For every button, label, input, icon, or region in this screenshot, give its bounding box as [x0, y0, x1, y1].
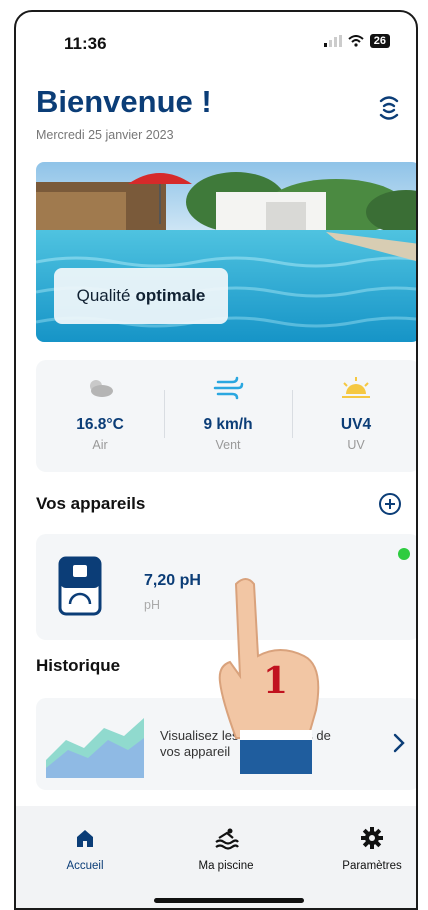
partly-cloudy-icon [90, 380, 113, 397]
uv-index: UV4 [340, 416, 372, 433]
wind-speed: 9 km/h [203, 416, 253, 433]
chevron-right-icon[interactable] [392, 732, 406, 754]
page-date: Mercredi 25 janvier 2023 [36, 128, 174, 142]
history-title: Historique [36, 656, 121, 675]
wifi-icon [348, 35, 364, 47]
status-icons: 26 [323, 34, 390, 48]
wind-label: Vent [215, 438, 241, 452]
tab-ma-piscine[interactable]: Ma piscine [186, 826, 266, 872]
home-indicator [154, 898, 304, 903]
tab-parametres-label: Paramètres [342, 860, 402, 872]
status-time: 11:36 [64, 34, 107, 53]
weather-air: 16.8°C Air [36, 360, 164, 472]
bottom-tab-bar: Accueil Ma piscine Paramètres [16, 806, 416, 908]
ph-sensor-icon [58, 556, 102, 616]
pool-hero-card[interactable]: Qualité optimale [36, 162, 416, 342]
tab-accueil-label: Accueil [66, 860, 104, 872]
pool-icon [215, 828, 239, 850]
water-quality-value: optimale [135, 286, 206, 305]
water-quality-prefix: Qualité [76, 286, 131, 305]
tab-ma-piscine-label: Ma piscine [198, 860, 254, 872]
water-quality-badge: Qualité optimale [54, 268, 228, 324]
device-ph-unit: pH [144, 598, 160, 612]
weather-uv: UV4 UV [292, 360, 416, 472]
tab-accueil[interactable]: Accueil [50, 826, 120, 872]
home-icon [77, 830, 93, 847]
sun-icon [342, 377, 370, 398]
air-label: Air [92, 438, 108, 452]
weather-wind: 9 km/h Vent [164, 360, 292, 472]
devices-title: Vos appareils [36, 494, 146, 513]
connectivity-icon [379, 96, 399, 120]
air-temperature: 16.8°C [76, 416, 124, 433]
status-bar: 11:36 26 [16, 12, 416, 74]
weather-card: 16.8°C Air 9 km/h Vent UV4 UV [36, 360, 416, 472]
uv-label: UV [347, 438, 365, 452]
device-status-dot [398, 548, 410, 560]
plus-circle-icon [379, 493, 401, 515]
cellular-signal-icon [323, 35, 342, 47]
connectivity-button[interactable] [376, 92, 402, 122]
history-chart-illustration [46, 718, 144, 778]
device-ph-value: 7,20 pH [144, 572, 201, 589]
step-number: 1 [263, 660, 289, 702]
page-title: Bienvenue ! [36, 84, 212, 119]
tab-parametres[interactable]: Paramètres [332, 826, 412, 872]
gear-icon [361, 827, 383, 849]
phone-frame: 11:36 26 Bienvenue ! Mercredi 25 janvier… [14, 10, 418, 910]
wind-icon [213, 376, 244, 400]
add-device-button[interactable] [378, 492, 402, 516]
battery-icon: 26 [369, 34, 390, 48]
